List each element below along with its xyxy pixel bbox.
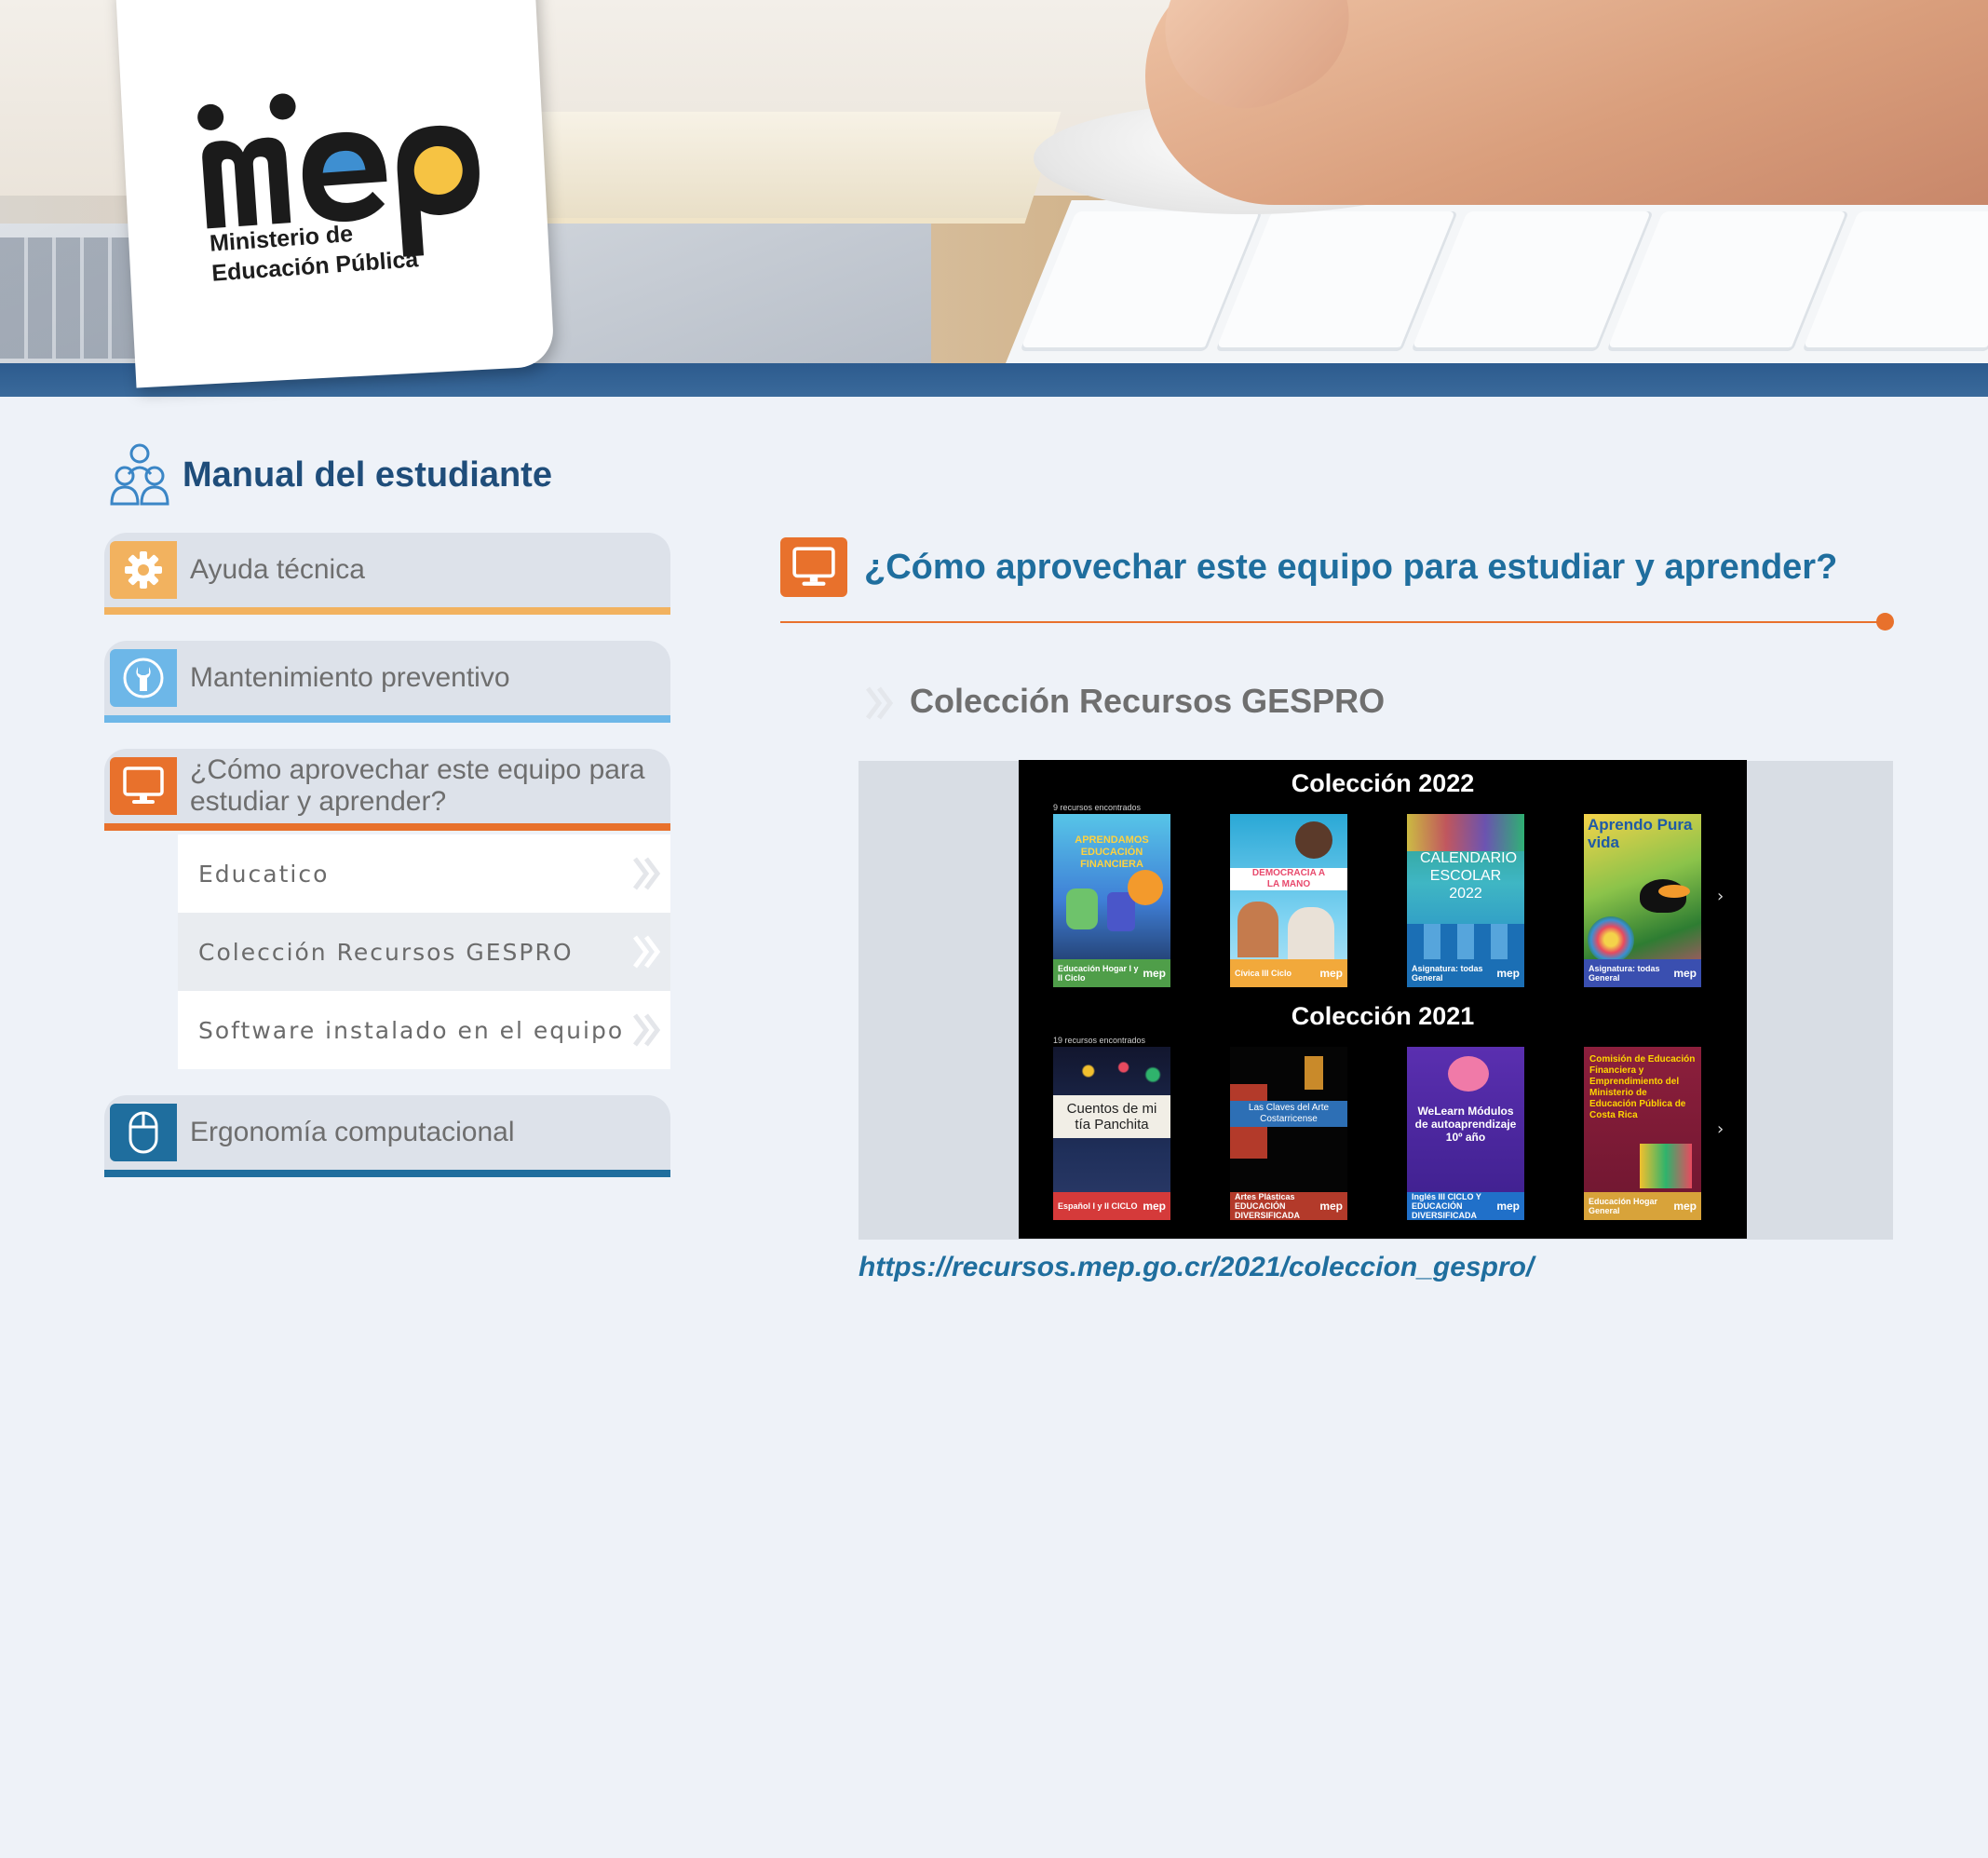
submenu-item-educatico[interactable]: Educatico xyxy=(178,834,670,913)
resource-card[interactable]: CALENDARIO ESCOLAR 2022 Asignatura: toda… xyxy=(1407,814,1524,987)
card-title: WeLearn Módulos de autoaprendizaje 10º a… xyxy=(1414,1105,1517,1144)
banner-notebook xyxy=(503,112,1062,224)
monitor-icon xyxy=(110,757,177,815)
resource-card[interactable]: Comisión de Educación Financiera y Empre… xyxy=(1584,1047,1701,1220)
card-title: Las Claves del Arte Costarricense xyxy=(1230,1101,1347,1127)
collection-title-2021: Colección 2021 xyxy=(1291,1002,1475,1030)
submenu-item-label: Educatico xyxy=(198,860,330,888)
sidebar-item-label: Mantenimiento preventivo xyxy=(190,662,510,693)
sidebar-item-underline xyxy=(104,823,670,831)
title-divider-dot xyxy=(1876,613,1894,631)
page-title: ¿Cómo aprovechar este equipo para estudi… xyxy=(864,548,1838,587)
sidebar-item-label: ¿Cómo aprovechar este equipo para estudi… xyxy=(190,754,645,817)
title-divider xyxy=(780,621,1886,623)
resource-card[interactable]: DEMOCRACIA A LA MANO Cívica III Ciclo me… xyxy=(1230,814,1347,987)
mep-logo: mep xyxy=(1319,967,1343,980)
card-footer: Cívica III Ciclo mep xyxy=(1230,959,1347,987)
card-footer-label: Educación Hogar I y II Ciclo xyxy=(1058,964,1139,983)
sidebar-header: Manual del estudiante xyxy=(110,442,552,508)
gear-icon xyxy=(110,541,177,599)
submenu-item-gespro[interactable]: Colección Recursos GESPRO xyxy=(178,913,670,991)
card-title: DEMOCRACIA A LA MANO xyxy=(1230,868,1347,890)
card-footer-label: Cívica III Ciclo xyxy=(1235,969,1292,978)
double-chevron-icon xyxy=(866,686,894,720)
sidebar-item-ergonomia[interactable]: Ergonomía computacional xyxy=(104,1095,670,1170)
students-icon xyxy=(110,443,169,506)
mep-logo: mep xyxy=(1496,967,1520,980)
results-count: 9 recursos encontrados xyxy=(1053,803,1142,812)
banner-laptop-keys xyxy=(0,237,140,359)
mouse-icon xyxy=(110,1104,177,1161)
submenu-item-software[interactable]: Software instalado en el equipo xyxy=(178,991,670,1069)
carousel-next-icon[interactable]: › xyxy=(1717,1119,1724,1139)
sidebar-item-underline xyxy=(104,715,670,723)
card-footer: Asignatura: todas General mep xyxy=(1407,959,1524,987)
sidebar-item-ayuda-tecnica[interactable]: Ayuda técnica xyxy=(104,533,670,607)
collection-title-2022: Colección 2022 xyxy=(1291,769,1475,797)
mep-logo: mep xyxy=(1496,1200,1520,1213)
card-footer: Español I y II CICLO mep xyxy=(1053,1192,1170,1220)
card-title: Comisión de Educación Financiera y Empre… xyxy=(1589,1054,1696,1120)
card-footer: Educación Hogar I y II Ciclo mep xyxy=(1053,959,1170,987)
card-title: Aprendo Pura vida xyxy=(1588,816,1693,851)
card-title: Cuentos de mi tía Panchita xyxy=(1053,1095,1170,1138)
card-footer-label: Asignatura: todas General xyxy=(1589,964,1660,983)
card-footer: Inglés III CICLO Y EDUCACIÓN DIVERSIFICA… xyxy=(1407,1192,1524,1220)
gespro-link[interactable]: https://recursos.mep.go.cr/2021/coleccio… xyxy=(859,1252,1534,1283)
mep-logo: mep xyxy=(1143,967,1166,980)
card-footer: Artes Plásticas EDUCACIÓN DIVERSIFICADA … xyxy=(1230,1192,1347,1220)
double-chevron-icon xyxy=(633,1013,661,1047)
sidebar-item-label: Ergonomía computacional xyxy=(190,1117,515,1147)
submenu-item-label: Colección Recursos GESPRO xyxy=(198,938,574,966)
carousel-next-icon[interactable]: › xyxy=(1717,887,1724,906)
card-title: APRENDAMOS EDUCACIÓN FINANCIERA xyxy=(1075,834,1149,870)
wrench-icon xyxy=(110,649,177,707)
card-footer-label: Educación Hogar General xyxy=(1589,1197,1658,1215)
gespro-screenshot[interactable]: Colección 2022 9 recursos encontrados AP… xyxy=(1019,760,1747,1239)
resource-card[interactable]: WeLearn Módulos de autoaprendizaje 10º a… xyxy=(1407,1047,1524,1220)
resource-card[interactable]: Aprendo Pura vida Asignatura: todas Gene… xyxy=(1584,814,1701,987)
card-footer-label: Artes Plásticas EDUCACIÓN DIVERSIFICADA xyxy=(1235,1192,1301,1220)
sidebar-item-mantenimiento[interactable]: Mantenimiento preventivo xyxy=(104,641,670,715)
resource-card[interactable]: Las Claves del Arte Costarricense Artes … xyxy=(1230,1047,1347,1220)
sidebar-item-underline xyxy=(104,607,670,615)
sidebar-item-como-aprovechar[interactable]: ¿Cómo aprovechar este equipo para estudi… xyxy=(104,749,670,823)
mep-logo: mep xyxy=(1673,1200,1697,1213)
double-chevron-icon xyxy=(633,857,661,890)
mep-logo: mep xyxy=(1673,967,1697,980)
mep-logo: mep xyxy=(1143,1200,1166,1213)
mep-logo: mep xyxy=(1319,1200,1343,1213)
sidebar-item-label: Ayuda técnica xyxy=(190,554,365,585)
resource-card[interactable]: Cuentos de mi tía Panchita Español I y I… xyxy=(1053,1047,1170,1220)
card-footer: Educación Hogar General mep xyxy=(1584,1192,1701,1220)
section-title: Colección Recursos GESPRO xyxy=(910,682,1386,720)
card-footer: Asignatura: todas General mep xyxy=(1584,959,1701,987)
card-footer-label: Asignatura: todas General xyxy=(1412,964,1483,983)
sidebar-title: Manual del estudiante xyxy=(183,454,552,495)
double-chevron-icon xyxy=(633,935,661,969)
card-title: CALENDARIO ESCOLAR 2022 xyxy=(1420,850,1518,902)
submenu-item-label: Software instalado en el equipo xyxy=(198,1016,625,1044)
card-footer-label: Español I y II CICLO xyxy=(1058,1201,1138,1211)
sidebar-item-underline xyxy=(104,1170,670,1177)
banner-keyboard xyxy=(1006,200,1988,363)
results-count: 19 recursos encontrados xyxy=(1053,1036,1146,1045)
resource-card[interactable]: APRENDAMOS EDUCACIÓN FINANCIERA Educació… xyxy=(1053,814,1170,987)
card-footer-label: Inglés III CICLO Y EDUCACIÓN DIVERSIFICA… xyxy=(1412,1192,1481,1220)
monitor-icon xyxy=(780,537,847,597)
